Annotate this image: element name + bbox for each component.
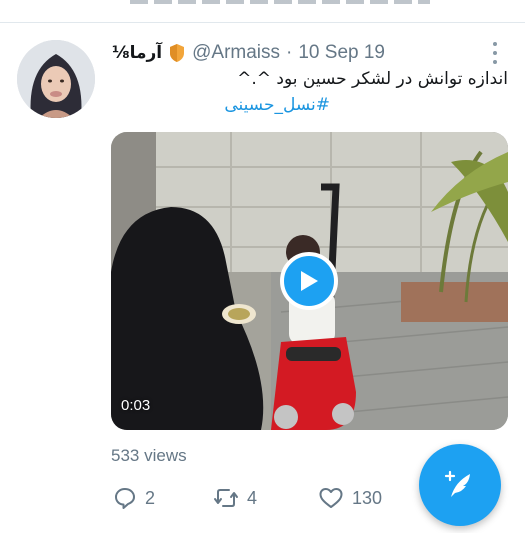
compose-tweet-icon — [444, 470, 470, 497]
play-icon — [301, 271, 318, 291]
retweet-icon — [214, 489, 238, 507]
hashtag-link[interactable]: #نسل_حسینی — [108, 92, 330, 118]
compose-tweet-button[interactable] — [419, 444, 501, 526]
view-count: 533 views — [111, 446, 187, 465]
retweet-count: 4 — [247, 487, 258, 508]
like-count: 130 — [352, 487, 383, 508]
shield-icon — [168, 43, 186, 63]
like-button[interactable]: 130 — [318, 483, 382, 513]
avatar-image — [17, 40, 95, 118]
video-duration: 0:03 — [121, 397, 151, 414]
play-button[interactable] — [280, 252, 338, 310]
previous-tweet-edge — [0, 0, 525, 23]
avatar[interactable] — [17, 40, 95, 118]
comment-icon — [115, 488, 135, 509]
meta-separator: · — [286, 42, 293, 63]
more-vertical-icon[interactable] — [488, 42, 502, 64]
heart-icon — [319, 488, 343, 508]
retweet-button[interactable]: 4 — [213, 483, 257, 513]
tweet-date[interactable]: 10 Sep 19 — [298, 42, 385, 64]
tweet-body: اندازه توانش در لشکر حسین بود ^.^ — [237, 69, 508, 89]
reply-count: 2 — [145, 487, 156, 508]
user-handle[interactable]: @Armaiss — [192, 42, 280, 64]
tweet-header: آرما⅛ @Armaiss · 10 Sep 19 — [112, 41, 442, 65]
previous-tweet-text-fragment — [130, 0, 430, 4]
display-name[interactable]: آرما⅛ — [112, 43, 162, 63]
reply-button[interactable]: 2 — [113, 483, 155, 513]
tweet-actions: 2 4 130 — [113, 483, 413, 513]
tweet-text: اندازه توانش در لشکر حسین بود ^.^ #نسل_ح… — [108, 66, 508, 118]
